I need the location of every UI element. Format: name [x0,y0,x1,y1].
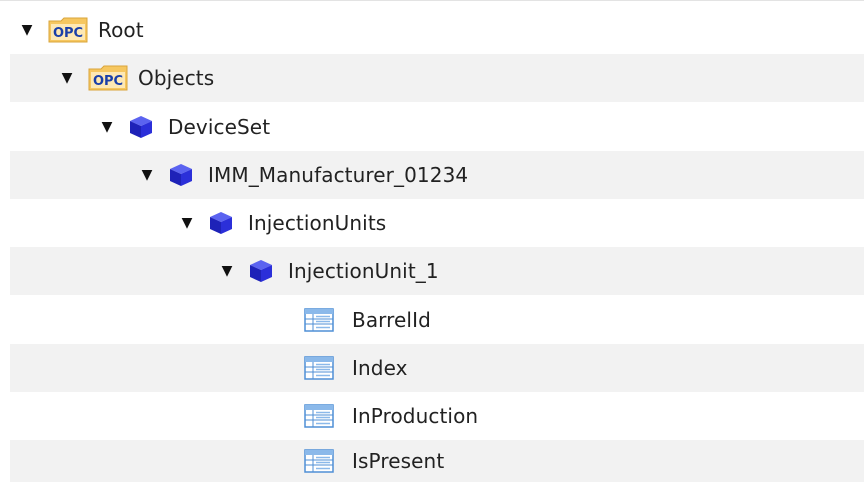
opc-folder-icon: OPC [88,65,128,91]
svg-text:OPC: OPC [93,74,123,89]
tree-node-label: IsPresent [352,449,445,473]
expand-toggle-icon[interactable]: ▼ [18,21,36,39]
opc-folder-icon: OPC [48,17,88,43]
expand-toggle-icon[interactable]: ▼ [98,118,116,136]
tree-node-inproduction[interactable]: InProduction [10,392,864,440]
tree-node-injectionunit-1[interactable]: ▼ InjectionUnit_1 [10,247,864,295]
variable-table-icon [304,404,334,428]
tree-node-imm-manufacturer[interactable]: ▼ IMM_Manufacturer_01234 [10,151,864,199]
expand-toggle-icon[interactable]: ▼ [138,166,156,184]
tree-node-objects[interactable]: ▼ OPC Objects [10,54,864,102]
tree-node-root[interactable]: ▼ OPC Root [10,6,864,54]
tree-node-label: InjectionUnit_1 [288,259,439,283]
tree-node-deviceset[interactable]: ▼ DeviceSet [10,103,864,151]
variable-table-icon [304,356,334,380]
expand-toggle-icon[interactable]: ▼ [218,262,236,280]
tree-node-label: InProduction [352,404,479,428]
variable-table-icon [304,449,334,473]
address-space-tree: ▼ OPC Root ▼ OPC Objects ▼ DeviceSet ▼ I… [0,0,864,482]
object-cube-icon [208,210,234,236]
tree-node-label: BarrelId [352,308,431,332]
tree-node-label: IMM_Manufacturer_01234 [208,163,469,187]
expand-toggle-icon[interactable]: ▼ [178,214,196,232]
variable-table-icon [304,308,334,332]
tree-node-injectionunits[interactable]: ▼ InjectionUnits [10,199,864,247]
tree-node-label: Index [352,356,408,380]
tree-node-barrelid[interactable]: BarrelId [10,296,864,344]
expand-toggle-icon[interactable]: ▼ [58,69,76,87]
tree-node-label: InjectionUnits [248,211,387,235]
tree-node-index[interactable]: Index [10,344,864,392]
object-cube-icon [168,162,194,188]
object-cube-icon [248,258,274,284]
tree-node-ispresent[interactable]: IsPresent [10,440,864,482]
tree-node-label: DeviceSet [168,115,271,139]
object-cube-icon [128,114,154,140]
tree-node-label: Root [98,18,144,42]
tree-node-label: Objects [138,66,215,90]
svg-text:OPC: OPC [53,26,83,41]
